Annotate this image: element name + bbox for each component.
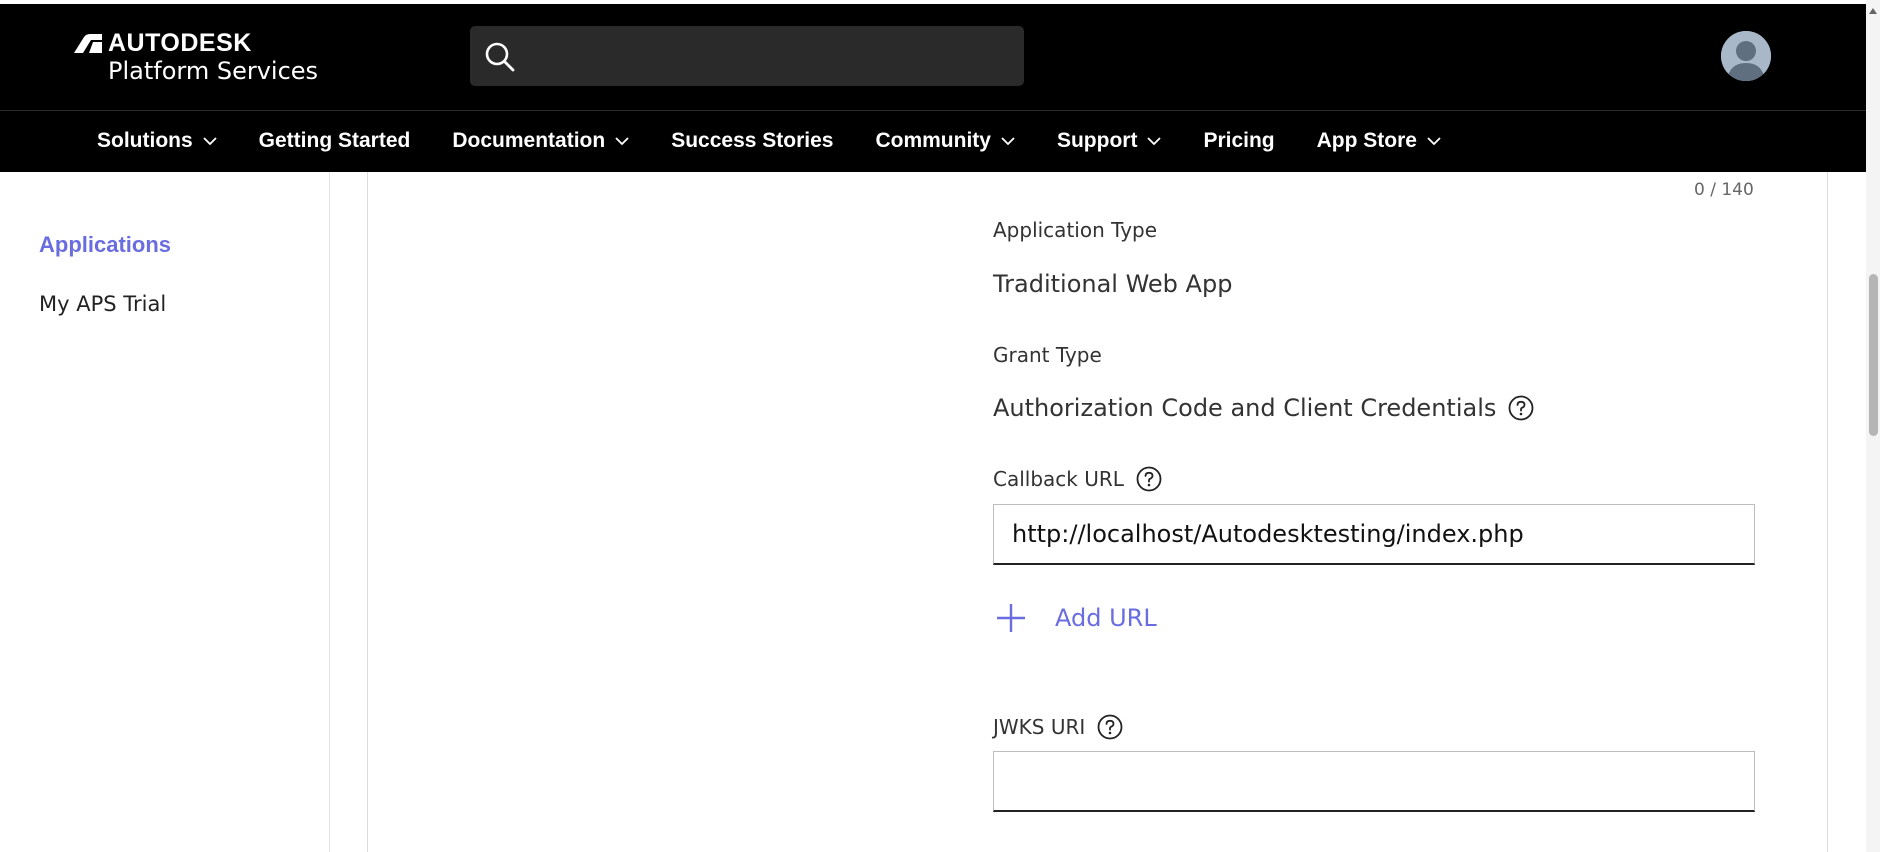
nav-label: Pricing [1203,129,1275,152]
plus-icon [997,604,1025,632]
grant-type-value: Authorization Code and Client Credential… [993,394,1497,422]
add-url-button[interactable]: Add URL [995,602,1157,634]
chevron-down-icon [203,137,217,146]
chevron-down-icon [1147,137,1162,146]
nav-success-stories[interactable]: Success Stories [671,129,833,153]
nav-app-store[interactable]: App Store [1317,129,1441,153]
callback-url-field[interactable] [993,504,1755,565]
nav-label: Support [1056,129,1138,152]
nav-support[interactable]: Support [1056,129,1162,153]
help-icon[interactable] [1136,466,1162,492]
search-bar[interactable] [470,26,1024,86]
help-icon[interactable] [1508,395,1534,421]
nav-label: Community [875,129,991,152]
help-icon[interactable] [1097,714,1123,740]
jwks-uri-label: JWKS URI [993,715,1086,739]
chevron-down-icon [615,137,629,146]
sidebar-item-applications[interactable]: Applications [39,232,171,258]
scroll-up-arrow-icon[interactable] [1868,6,1878,16]
user-avatar-icon[interactable] [1721,31,1771,81]
nav-documentation[interactable]: Documentation [452,129,629,153]
nav-community[interactable]: Community [875,129,1015,153]
description-char-counter: 0 / 140 [1694,180,1754,200]
chevron-down-icon [1001,137,1015,146]
page-scrollbar[interactable] [1866,0,1880,852]
application-type-label: Application Type [993,218,1158,242]
grant-type-label: Grant Type [993,343,1102,367]
brand-name: AUTODESK [108,29,252,57]
nav-solutions[interactable]: Solutions [97,129,217,153]
jwks-uri-field[interactable] [993,751,1755,812]
nav-pricing[interactable]: Pricing [1203,129,1274,153]
autodesk-logo[interactable]: AUTODESK Platform Services [74,30,318,86]
add-url-label: Add URL [1055,604,1157,632]
person-silhouette-icon [1721,31,1771,81]
top-header: AUTODESK Platform Services [0,4,1866,110]
autodesk-logo-icon [74,34,102,53]
search-icon[interactable] [484,41,516,73]
callback-url-label-row: Callback URL [993,466,1162,492]
jwks-uri-input[interactable] [1012,767,1754,795]
nav-label: App Store [1316,129,1417,152]
chevron-down-icon [1427,137,1441,146]
jwks-uri-label-row: JWKS URI [993,714,1123,740]
scrollbar-thumb[interactable] [1869,274,1878,436]
grant-type-row: Authorization Code and Client Credential… [993,394,1534,422]
nav-label: Solutions [97,129,193,152]
nav-getting-started[interactable]: Getting Started [259,129,411,153]
nav-label: Documentation [452,129,606,152]
product-name: Platform Services [108,57,319,85]
main-nav-bar: Solutions Getting Started Documentation … [0,110,1866,172]
nav-label: Getting Started [258,129,411,152]
callback-url-label: Callback URL [993,467,1124,491]
nav-label: Success Stories [671,129,834,152]
sidebar-item-my-aps-trial[interactable]: My APS Trial [39,292,166,316]
application-type-value: Traditional Web App [993,270,1233,298]
callback-url-input[interactable] [1012,520,1754,548]
sidebar: Applications My APS Trial [0,172,330,852]
